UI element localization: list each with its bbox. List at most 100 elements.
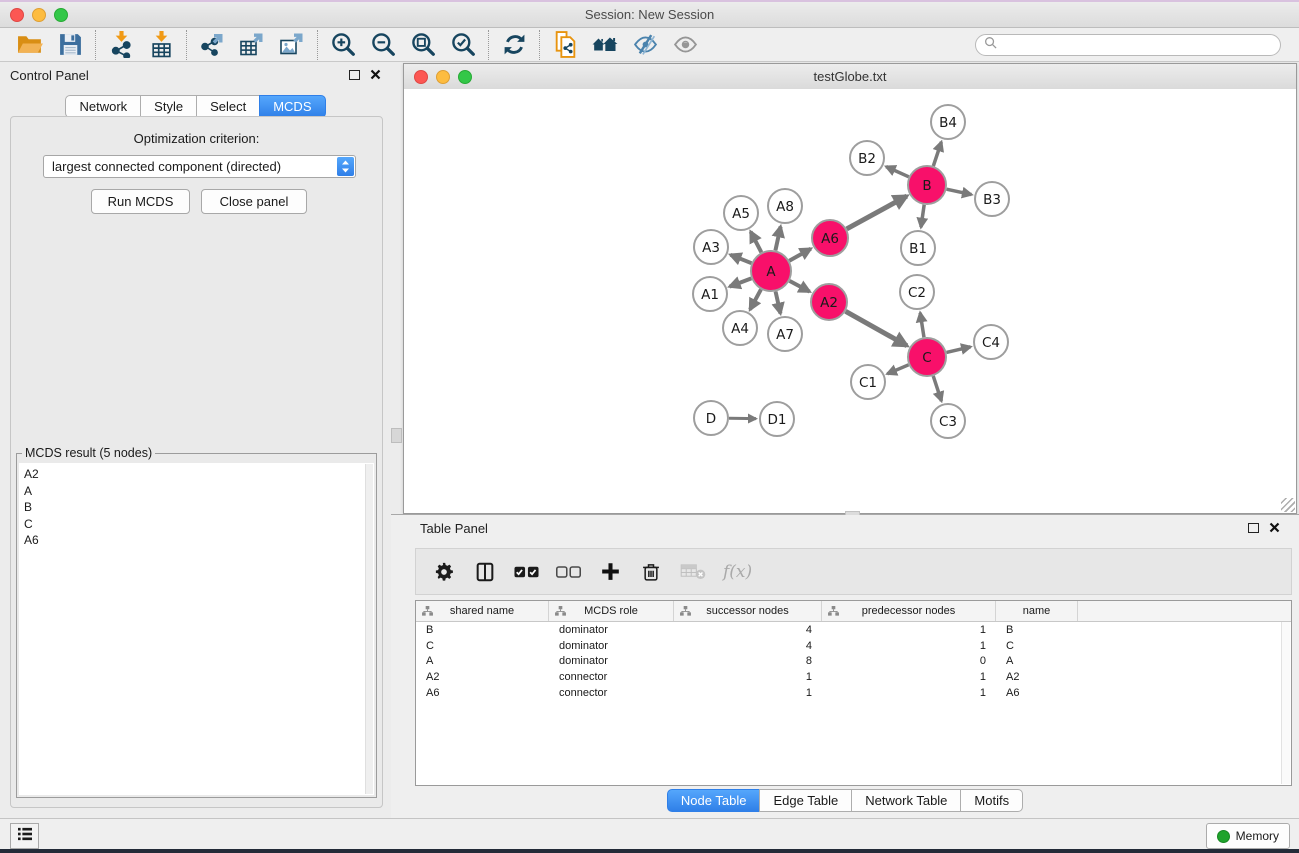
zoom-selected-icon[interactable] [443,29,483,61]
export-table-icon[interactable] [232,29,272,61]
refresh-layout-icon[interactable] [494,29,534,61]
node-A2[interactable]: A2 [811,284,847,320]
home-view-icon[interactable] [585,29,625,61]
edge-C-C4[interactable] [946,347,970,353]
node-D1[interactable]: D1 [760,402,794,436]
node-A3[interactable]: A3 [694,230,728,264]
close-panel-button[interactable]: Close panel [201,189,307,214]
edge-C-C2[interactable] [920,313,924,337]
edge-A-A3[interactable] [730,255,751,263]
edge-A-A1[interactable] [730,278,752,286]
table-row[interactable]: A6connector11A6 [416,685,1291,701]
tab-style[interactable]: Style [140,95,197,118]
result-list-item[interactable]: C [24,516,374,533]
column-visibility-icon[interactable] [473,561,497,583]
close-table-panel-icon[interactable] [1269,521,1280,536]
hide-panel-icon[interactable] [625,29,665,61]
tab-edge-table[interactable]: Edge Table [759,789,852,812]
add-column-icon[interactable] [598,561,622,582]
node-A4[interactable]: A4 [723,311,757,345]
node-A[interactable]: A [751,251,791,291]
column-header-mcds-role[interactable]: MCDS role [549,601,674,621]
table-row[interactable]: A2connector11A2 [416,669,1291,685]
show-panel-icon[interactable] [665,29,705,61]
network-canvas[interactable]: B4 B2 B B3 A8 A5 A6 A3 B1 A C2 A1 A2 A4 A7 C4 C C1 C3 D D1 [404,89,1296,513]
open-session-icon[interactable] [10,29,50,61]
edge-A2-C[interactable] [846,311,907,345]
table-row[interactable]: Bdominator41B [416,622,1291,638]
node-A8[interactable]: A8 [768,189,802,223]
edge-C-C3[interactable] [933,376,941,401]
float-table-panel-icon[interactable] [1248,523,1259,533]
edge-C-C1[interactable] [887,365,908,374]
edge-A-A8[interactable] [775,227,780,251]
column-header-successor-nodes[interactable]: successor nodes [674,601,822,621]
node-B4[interactable]: B4 [931,105,965,139]
export-network-icon[interactable] [192,29,232,61]
deselect-all-rows-icon[interactable] [556,565,581,579]
edge-A-A6[interactable] [789,249,810,261]
node-C[interactable]: C [908,338,946,376]
table-settings-icon[interactable] [432,561,456,583]
tab-mcds[interactable]: MCDS [259,95,325,118]
zoom-out-icon[interactable] [363,29,403,61]
edge-B-B1[interactable] [921,205,924,227]
close-panel-icon[interactable] [370,68,381,83]
edge-B-B2[interactable] [886,167,909,177]
node-D[interactable]: D [694,401,728,435]
import-table-icon[interactable] [141,29,181,61]
select-all-rows-icon[interactable] [514,565,539,579]
export-image-icon[interactable] [272,29,312,61]
result-list-item[interactable]: B [24,499,374,516]
node-B2[interactable]: B2 [850,141,884,175]
zoom-fit-icon[interactable] [403,29,443,61]
resize-grip[interactable] [1281,498,1295,512]
node-C4[interactable]: C4 [974,325,1008,359]
save-session-icon[interactable] [50,29,90,61]
result-scrollbar[interactable] [365,464,373,794]
tab-motifs[interactable]: Motifs [960,789,1023,812]
zoom-in-icon[interactable] [323,29,363,61]
tab-network[interactable]: Network [65,95,141,118]
column-header-predecessor-nodes[interactable]: predecessor nodes [822,601,996,621]
tab-network-table[interactable]: Network Table [851,789,961,812]
node-A6[interactable]: A6 [812,220,848,256]
node-B1[interactable]: B1 [901,231,935,265]
tab-select[interactable]: Select [196,95,260,118]
node-B[interactable]: B [908,166,946,204]
table-row[interactable]: Adominator80A [416,654,1291,670]
node-A5[interactable]: A5 [724,196,758,230]
node-C2[interactable]: C2 [900,275,934,309]
edge-A-A7[interactable] [776,291,781,313]
result-list-item[interactable]: A [24,483,374,500]
tab-node-table[interactable]: Node Table [667,789,761,812]
table-row[interactable]: Cdominator41C [416,638,1291,654]
table-scrollbar[interactable] [1281,622,1290,784]
run-mcds-button[interactable]: Run MCDS [91,189,190,214]
node-B3[interactable]: B3 [975,182,1009,216]
delete-column-icon[interactable] [639,561,663,583]
edge-B-B4[interactable] [933,142,941,166]
mcds-result-list[interactable]: A2ABCA6 [19,463,374,795]
memory-button[interactable]: Memory [1206,823,1290,849]
search-box[interactable] [975,34,1281,56]
node-A1[interactable]: A1 [693,277,727,311]
node-C1[interactable]: C1 [851,365,885,399]
edge-B-B3[interactable] [947,189,972,194]
task-history-button[interactable] [10,823,39,849]
node-C3[interactable]: C3 [931,404,965,438]
node-A7[interactable]: A7 [768,317,802,351]
edge-A-A5[interactable] [751,232,762,253]
vertical-splitter-grip[interactable] [391,428,402,443]
criterion-dropdown[interactable]: largest connected component (directed) [43,155,356,178]
column-header-name[interactable]: name [996,601,1078,621]
result-list-item[interactable]: A6 [24,532,374,549]
edge-A-A4[interactable] [750,289,761,309]
column-header-shared-name[interactable]: shared name [416,601,549,621]
import-network-icon[interactable] [101,29,141,61]
edge-A6-B[interactable] [847,196,907,229]
edge-A-A2[interactable] [790,281,810,292]
search-input[interactable] [997,36,1280,54]
clone-network-icon[interactable] [545,29,585,61]
result-list-item[interactable]: A2 [24,466,374,483]
